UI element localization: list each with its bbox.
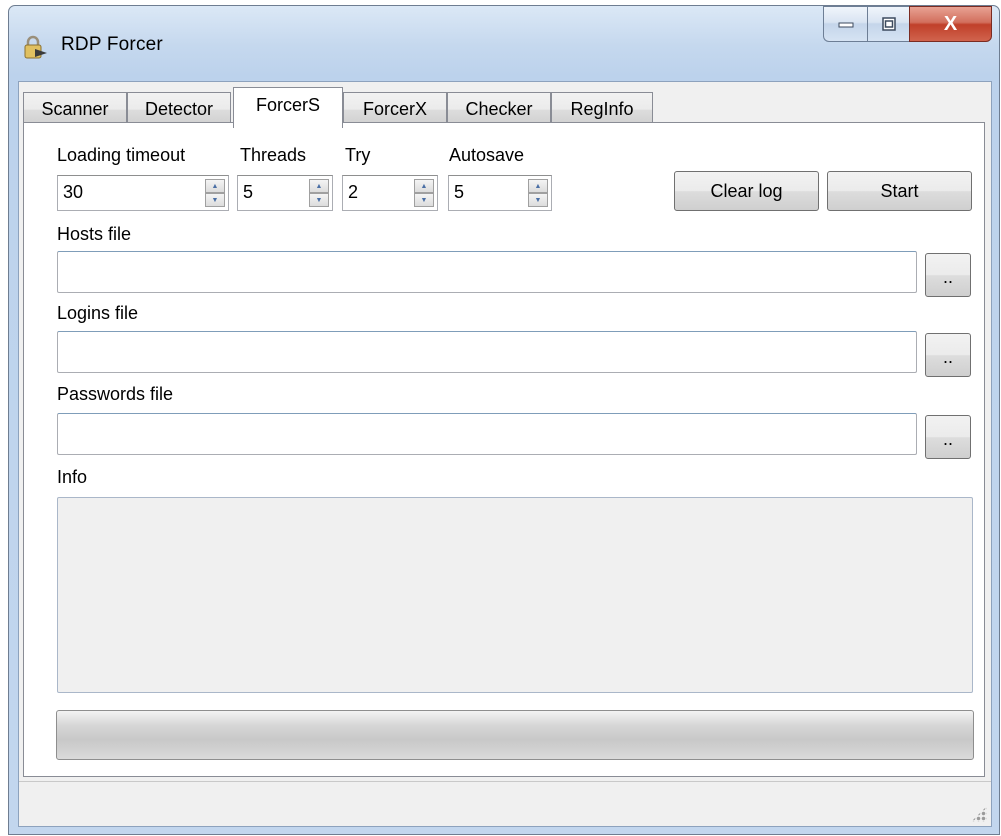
tab-label: ForcerS <box>255 94 320 115</box>
spin-arrows: ▲ ▼ <box>309 179 329 207</box>
try-stepper[interactable]: 2 ▲ ▼ <box>342 175 438 211</box>
try-label: Try <box>345 145 371 165</box>
hosts-file-label: Hosts file <box>57 224 132 244</box>
autosave-value: 5 <box>454 182 465 202</box>
spin-up-button[interactable]: ▲ <box>414 179 434 193</box>
spin-arrows: ▲ ▼ <box>205 179 225 207</box>
spin-arrows: ▲ ▼ <box>414 179 434 207</box>
resize-grip-icon[interactable] <box>971 806 987 822</box>
chevron-up-icon: ▲ <box>211 182 219 190</box>
app-window: RDP Forcer X Scanner Detector ForcerS Fo… <box>8 5 1000 835</box>
chevron-up-icon: ▲ <box>420 182 428 190</box>
title-bar[interactable]: RDP Forcer X <box>9 6 999 81</box>
chevron-down-icon: ▼ <box>420 196 428 204</box>
tab-detector[interactable]: Detector <box>127 92 231 126</box>
info-log-box[interactable] <box>57 497 973 693</box>
spin-up-button[interactable]: ▲ <box>205 179 225 193</box>
spin-down-button[interactable]: ▼ <box>528 193 548 207</box>
chevron-up-icon: ▲ <box>315 182 323 190</box>
maximize-icon <box>881 17 896 31</box>
threads-stepper[interactable]: 5 ▲ ▼ <box>237 175 333 211</box>
spin-up-button[interactable]: ▲ <box>528 179 548 193</box>
client-area: Scanner Detector ForcerS ForcerX Checker… <box>18 81 992 827</box>
chevron-up-icon: ▲ <box>534 182 542 190</box>
caption-buttons: X <box>823 6 992 42</box>
passwords-file-label: Passwords file <box>57 384 174 404</box>
tab-label: Scanner <box>41 99 109 119</box>
maximize-button[interactable] <box>867 6 909 42</box>
padlock-arrow-icon <box>24 35 47 59</box>
close-button[interactable]: X <box>909 6 992 42</box>
logins-file-label: Logins file <box>57 303 139 323</box>
close-icon: X <box>943 12 958 35</box>
clear-log-button[interactable]: Clear log <box>674 171 819 211</box>
minimize-button[interactable] <box>823 6 867 42</box>
spin-down-button[interactable]: ▼ <box>309 193 329 207</box>
chevron-down-icon: ▼ <box>315 196 323 204</box>
spin-down-button[interactable]: ▼ <box>414 193 434 207</box>
loading-timeout-stepper[interactable]: 30 ▲ ▼ <box>57 175 229 211</box>
forcers-tab-page: Loading timeout Threads Try Autosave 30 … <box>23 122 985 777</box>
logins-file-browse-button[interactable]: .. <box>925 333 971 377</box>
spin-up-button[interactable]: ▲ <box>309 179 329 193</box>
try-value: 2 <box>348 182 359 202</box>
status-bar <box>19 781 991 826</box>
window-title: RDP Forcer <box>61 34 163 55</box>
tab-scanner[interactable]: Scanner <box>23 92 127 126</box>
spin-arrows: ▲ ▼ <box>528 179 548 207</box>
autosave-label: Autosave <box>449 145 525 165</box>
tab-checker[interactable]: Checker <box>447 92 551 126</box>
loading-timeout-label: Loading timeout <box>57 145 186 165</box>
threads-value: 5 <box>243 182 254 202</box>
tab-label: Checker <box>465 99 533 119</box>
threads-label: Threads <box>240 145 307 165</box>
autosave-stepper[interactable]: 5 ▲ ▼ <box>448 175 552 211</box>
hosts-file-input[interactable] <box>57 251 917 293</box>
tab-reginfo[interactable]: RegInfo <box>551 92 653 126</box>
tab-label: Detector <box>144 99 214 119</box>
spin-down-button[interactable]: ▼ <box>205 193 225 207</box>
tab-forcerx[interactable]: ForcerX <box>343 92 447 126</box>
progress-bar <box>56 710 974 760</box>
chevron-down-icon: ▼ <box>534 196 542 204</box>
passwords-file-browse-button[interactable]: .. <box>925 415 971 459</box>
loading-timeout-value: 30 <box>63 182 84 202</box>
tab-label: RegInfo <box>570 99 634 119</box>
tab-label: ForcerX <box>362 99 427 119</box>
start-button[interactable]: Start <box>827 171 972 211</box>
info-label: Info <box>57 467 88 487</box>
logins-file-input[interactable] <box>57 331 917 373</box>
minimize-icon <box>838 22 853 28</box>
passwords-file-input[interactable] <box>57 413 917 455</box>
chevron-down-icon: ▼ <box>211 196 219 204</box>
tab-forcers[interactable]: ForcerS <box>233 87 343 128</box>
hosts-file-browse-button[interactable]: .. <box>925 253 971 297</box>
